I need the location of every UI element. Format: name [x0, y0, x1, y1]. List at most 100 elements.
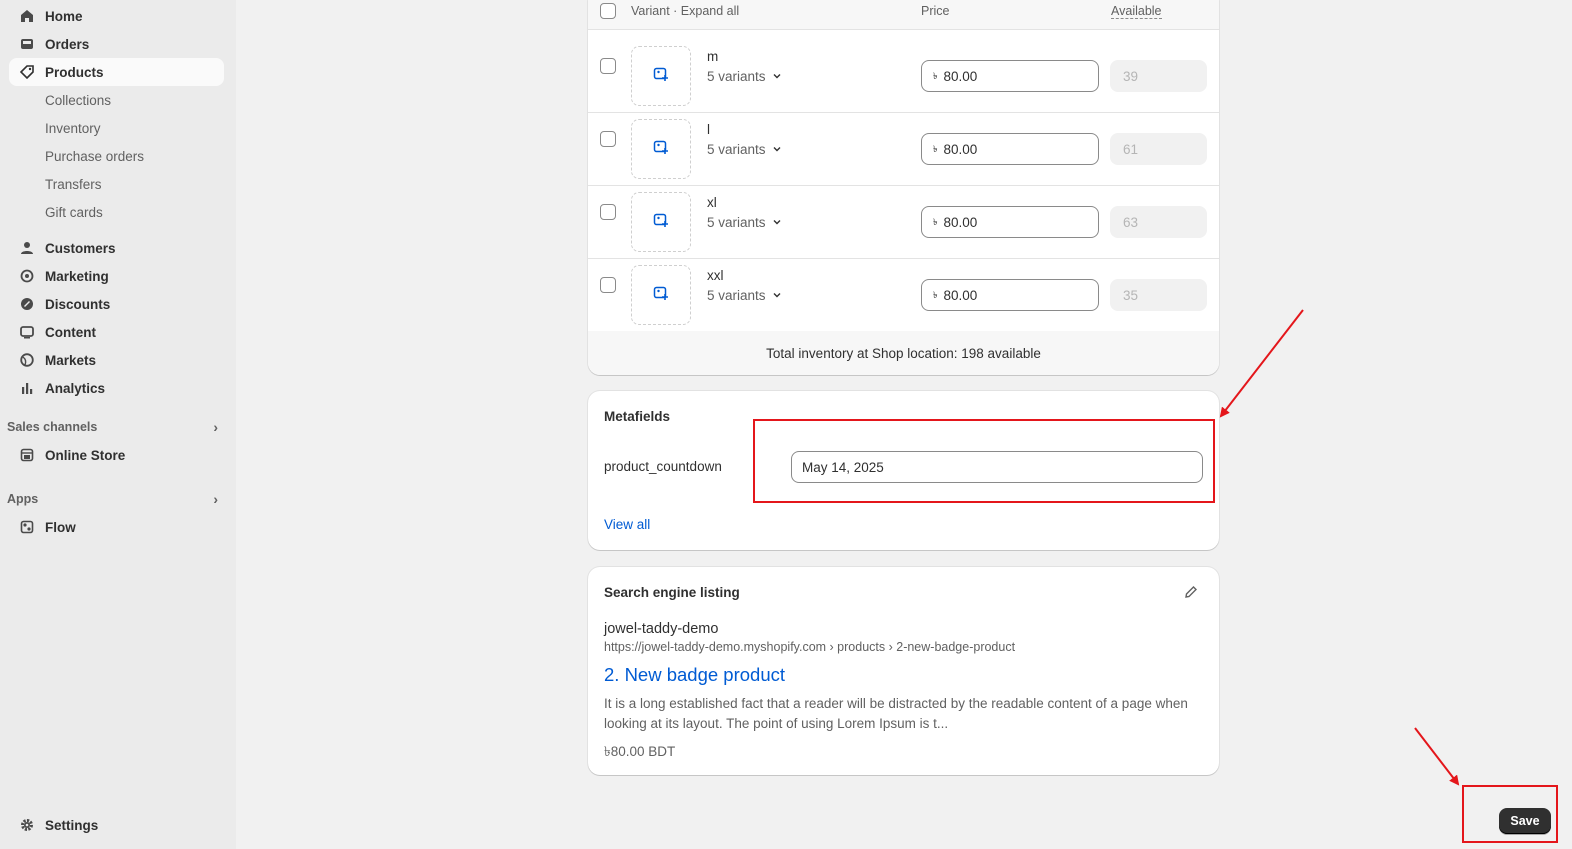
- sales-channels-header[interactable]: Sales channels ›: [7, 415, 222, 439]
- chevron-right-icon: ›: [213, 419, 218, 435]
- metafield-label: product_countdown: [604, 459, 722, 474]
- variant-row: xxl 5 variants ৳ 80.00 35: [588, 259, 1219, 332]
- price-value: 80.00: [943, 214, 978, 230]
- expand-all-link[interactable]: Expand all: [681, 4, 739, 18]
- tag-icon: [19, 64, 35, 80]
- price-column-header: Price: [921, 4, 950, 18]
- sidebar-item-flow[interactable]: Flow: [9, 513, 224, 541]
- row-checkbox[interactable]: [600, 204, 616, 220]
- price-input[interactable]: ৳ 80.00: [921, 206, 1099, 238]
- apps-header[interactable]: Apps ›: [7, 487, 222, 511]
- row-checkbox[interactable]: [600, 277, 616, 293]
- image-add-icon: [653, 139, 669, 160]
- sidebar-item-label: Content: [45, 324, 96, 340]
- select-all-checkbox[interactable]: [600, 3, 616, 19]
- variant-name: xxl: [707, 268, 724, 283]
- sidebar-item-label: Online Store: [45, 447, 126, 463]
- sidebar-item-label: Orders: [45, 36, 90, 52]
- price-value: 80.00: [943, 141, 978, 157]
- sidebar-item-products[interactable]: Products: [9, 58, 224, 86]
- sidebar-item-online-store[interactable]: Online Store: [9, 441, 224, 469]
- available-field: 35: [1110, 279, 1207, 311]
- seo-page-title: 2. New badge product: [604, 664, 786, 685]
- price-value: 80.00: [943, 287, 978, 303]
- currency-symbol: ৳: [933, 216, 938, 227]
- add-image-button[interactable]: [631, 265, 691, 325]
- available-field: 61: [1110, 133, 1207, 165]
- sidebar-item-orders[interactable]: Orders: [9, 30, 224, 58]
- price-value: 80.00: [943, 68, 978, 84]
- variant-name: l: [707, 122, 710, 137]
- price-input[interactable]: ৳ 80.00: [921, 60, 1099, 92]
- metafields-title: Metafields: [604, 409, 671, 424]
- sidebar-item-label: Home: [45, 8, 83, 24]
- sidebar-item-label: Markets: [45, 352, 97, 368]
- sidebar-item-markets[interactable]: Markets: [9, 346, 224, 374]
- variant-count-toggle[interactable]: 5 variants: [707, 288, 782, 303]
- seo-url: https://jowel-taddy-demo.myshopify.com ›…: [604, 640, 1016, 654]
- sidebar-item-label: Marketing: [45, 268, 109, 284]
- edit-pencil-icon[interactable]: [1184, 585, 1198, 604]
- sales-channels-label: Sales channels: [7, 420, 98, 434]
- image-add-icon: [653, 66, 669, 87]
- currency-symbol: ৳: [933, 289, 938, 300]
- variant-row: m 5 variants ৳ 80.00 39: [588, 40, 1219, 113]
- sidebar-subitem-gift-cards[interactable]: Gift cards: [45, 198, 103, 226]
- chevron-down-icon: [772, 69, 782, 84]
- total-inventory-footer: Total inventory at Shop location: 198 av…: [588, 331, 1219, 375]
- gear-icon: [19, 817, 35, 833]
- sidebar-item-label: Flow: [45, 519, 76, 535]
- add-image-button[interactable]: [631, 119, 691, 179]
- variant-name: m: [707, 49, 719, 64]
- bar-chart-icon: [19, 380, 35, 396]
- sidebar-item-label: Discounts: [45, 296, 111, 312]
- seo-price: ৳80.00 BDT: [604, 744, 676, 759]
- chevron-down-icon: [772, 288, 782, 303]
- available-field: 39: [1110, 60, 1207, 92]
- variant-column-header: Variant · Expand all: [631, 4, 740, 18]
- sidebar-item-discounts[interactable]: Discounts: [9, 290, 224, 318]
- row-checkbox[interactable]: [600, 58, 616, 74]
- sidebar-item-label: Products: [45, 64, 104, 80]
- view-all-link[interactable]: View all: [604, 517, 650, 532]
- sidebar-item-settings[interactable]: Settings: [9, 811, 224, 839]
- price-input[interactable]: ৳ 80.00: [921, 279, 1099, 311]
- sidebar-item-content[interactable]: Content: [9, 318, 224, 346]
- add-image-button[interactable]: [631, 46, 691, 106]
- discount-icon: [19, 296, 35, 312]
- sidebar-item-label: Customers: [45, 240, 116, 256]
- sidebar-item-home[interactable]: Home: [9, 2, 224, 30]
- sidebar-item-label: Settings: [45, 817, 99, 833]
- home-icon: [19, 8, 35, 24]
- sidebar-item-marketing[interactable]: Marketing: [9, 262, 224, 290]
- sidebar-subitem-inventory[interactable]: Inventory: [45, 114, 101, 142]
- search-engine-listing-card: Search engine listing jowel-taddy-demo h…: [588, 567, 1219, 775]
- add-image-button[interactable]: [631, 192, 691, 252]
- save-button[interactable]: Save: [1499, 808, 1551, 834]
- sidebar-item-customers[interactable]: Customers: [9, 234, 224, 262]
- sidebar-subitem-transfers[interactable]: Transfers: [45, 170, 102, 198]
- variant-count-toggle[interactable]: 5 variants: [707, 142, 782, 157]
- currency-symbol: ৳: [933, 70, 938, 81]
- sidebar-subitem-collections[interactable]: Collections: [45, 86, 111, 114]
- variant-row: xl 5 variants ৳ 80.00 63: [588, 186, 1219, 259]
- chevron-right-icon: ›: [213, 491, 218, 507]
- annotation-arrow: [1219, 309, 1304, 418]
- available-field: 63: [1110, 206, 1207, 238]
- price-input[interactable]: ৳ 80.00: [921, 133, 1099, 165]
- available-column-header: Available: [1111, 4, 1162, 19]
- variant-count-toggle[interactable]: 5 variants: [707, 215, 782, 230]
- variant-count-toggle[interactable]: 5 variants: [707, 69, 782, 84]
- store-icon: [19, 447, 35, 463]
- target-icon: [19, 268, 35, 284]
- content-icon: [19, 324, 35, 340]
- row-checkbox[interactable]: [600, 131, 616, 147]
- variants-card: Variant · Expand all Price Available m 5…: [588, 0, 1219, 375]
- apps-label: Apps: [7, 492, 39, 506]
- sidebar-item-analytics[interactable]: Analytics: [9, 374, 224, 402]
- variants-table-header: Variant · Expand all Price Available: [588, 0, 1219, 30]
- sidebar-subitem-purchase-orders[interactable]: Purchase orders: [45, 142, 144, 170]
- annotation-highlight-box: [753, 419, 1215, 503]
- image-add-icon: [653, 285, 669, 306]
- globe-icon: [19, 352, 35, 368]
